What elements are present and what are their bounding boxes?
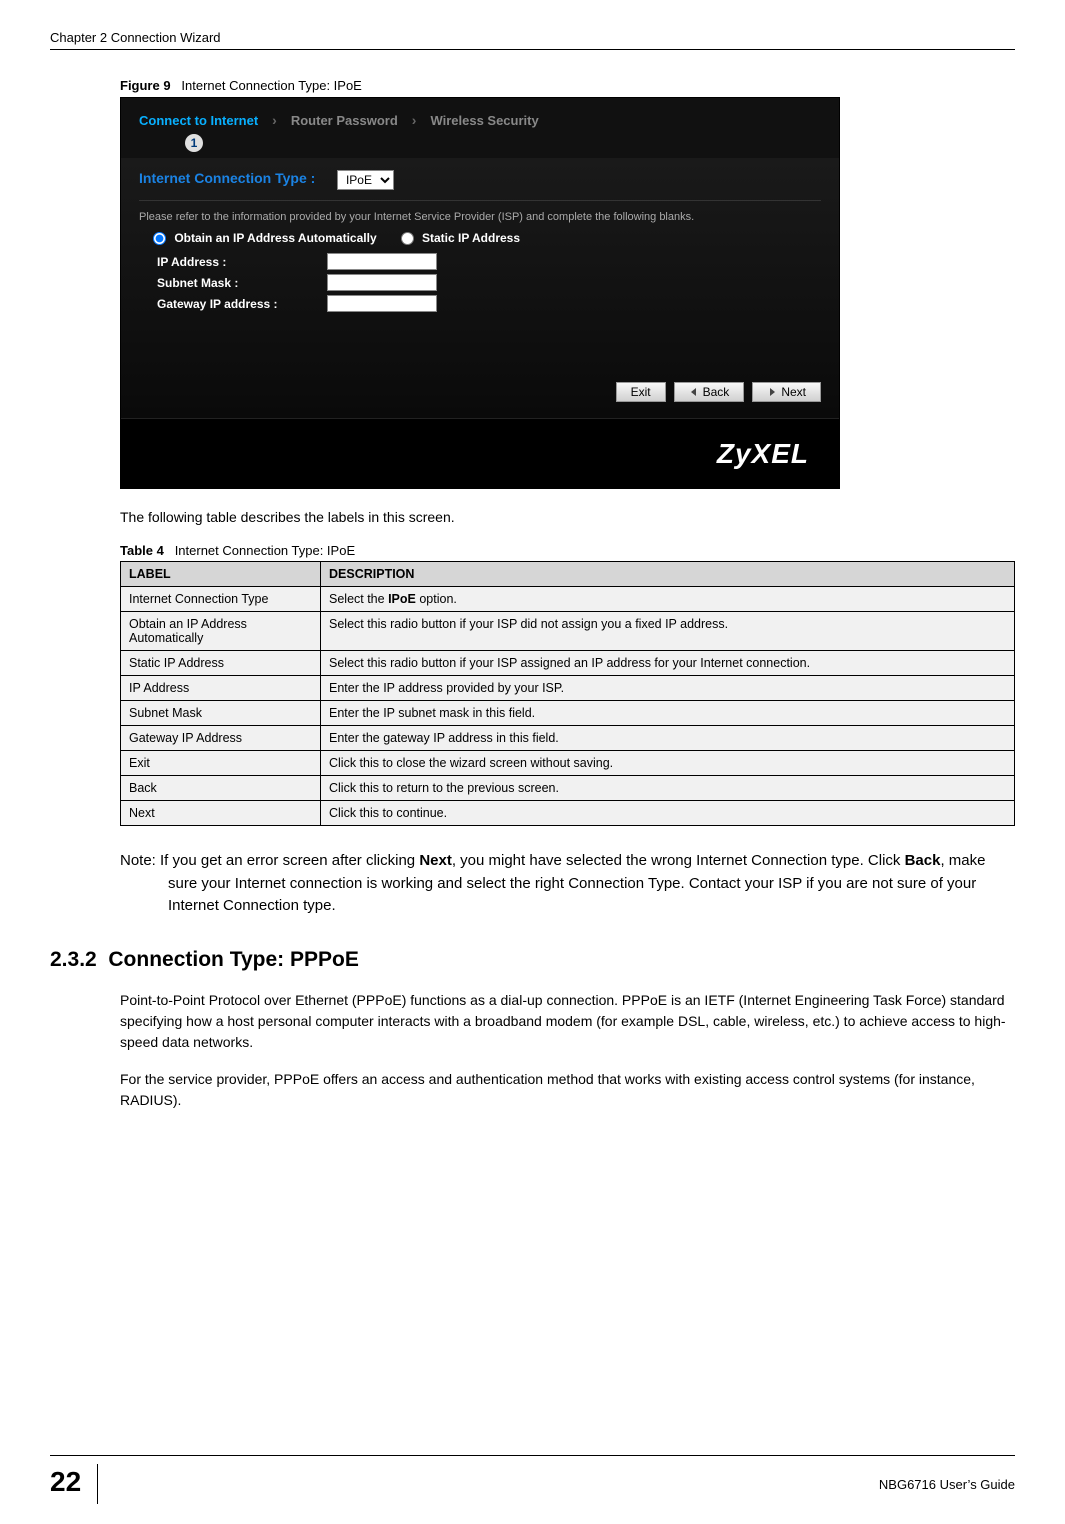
ip-address-input[interactable] [327, 253, 437, 270]
next-button[interactable]: Next [752, 382, 821, 402]
brand-logo: ZyXEL [717, 438, 809, 470]
table-row: Exit Click this to close the wizard scre… [121, 751, 1015, 776]
wizard-step-2[interactable]: Router Password [291, 113, 398, 128]
page-footer: 22 NBG6716 User’s Guide [50, 1455, 1015, 1504]
chapter-label: Chapter 2 Connection Wizard [50, 30, 221, 45]
chevron-icon: › [272, 112, 277, 128]
gateway-ip-input[interactable] [327, 295, 437, 312]
table-cell-label: Exit [121, 751, 321, 776]
ip-address-label: IP Address : [157, 255, 327, 269]
gateway-ip-label: Gateway IP address : [157, 297, 327, 311]
table-cell-label: IP Address [121, 676, 321, 701]
table-row: Next Click this to continue. [121, 801, 1015, 826]
table-row: IP Address Enter the IP address provided… [121, 676, 1015, 701]
radio-static-ip[interactable]: Static IP Address [401, 231, 520, 245]
wizard-hint-text: Please refer to the information provided… [139, 211, 821, 223]
exit-button[interactable]: Exit [616, 382, 666, 402]
chevron-icon: › [412, 112, 417, 128]
exit-button-label: Exit [631, 385, 651, 399]
table-head-description: DESCRIPTION [321, 562, 1015, 587]
page-number: 22 [50, 1464, 98, 1504]
radio-obtain-auto-label: Obtain an IP Address Automatically [174, 231, 376, 245]
table-cell-label: Back [121, 776, 321, 801]
table-row: Subnet Mask Enter the IP subnet mask in … [121, 701, 1015, 726]
table-row: Internet Connection Type Select the IPoE… [121, 587, 1015, 612]
wizard-step-1[interactable]: Connect to Internet [139, 113, 258, 128]
connection-type-label: Internet Connection Type : [139, 170, 315, 186]
table-cell-desc: Enter the gateway IP address in this fie… [321, 726, 1015, 751]
figure-title: Internet Connection Type: IPoE [181, 78, 361, 93]
table-cell-label: Obtain an IP Address Automatically [121, 612, 321, 651]
section-heading: 2.3.2 Connection Type: PPPoE [50, 948, 1015, 972]
radio-obtain-auto[interactable]: Obtain an IP Address Automatically [153, 231, 377, 245]
table-row: Back Click this to return to the previou… [121, 776, 1015, 801]
back-button[interactable]: Back [674, 382, 745, 402]
table-caption: Table 4 Internet Connection Type: IPoE [120, 543, 1015, 558]
wizard-step-3[interactable]: Wireless Security [430, 113, 538, 128]
table-cell-desc: Select the IPoE option. [321, 587, 1015, 612]
body-paragraph-2: For the service provider, PPPoE offers a… [120, 1069, 1015, 1111]
subnet-mask-input[interactable] [327, 274, 437, 291]
table-cell-label: Gateway IP Address [121, 726, 321, 751]
description-table: LABEL DESCRIPTION Internet Connection Ty… [120, 561, 1015, 826]
radio-obtain-auto-input[interactable] [153, 232, 166, 245]
table-cell-desc: Enter the IP subnet mask in this field. [321, 701, 1015, 726]
table-cell-desc: Click this to return to the previous scr… [321, 776, 1015, 801]
table-head-label: LABEL [121, 562, 321, 587]
table-row: Obtain an IP Address Automatically Selec… [121, 612, 1015, 651]
table-title: Internet Connection Type: IPoE [175, 543, 355, 558]
table-label: Table 4 [120, 543, 164, 558]
body-paragraph-1: Point-to-Point Protocol over Ethernet (P… [120, 990, 1015, 1053]
note-paragraph: Note: If you get an error screen after c… [120, 850, 1015, 918]
radio-static-ip-input[interactable] [401, 232, 414, 245]
table-cell-label: Static IP Address [121, 651, 321, 676]
back-button-label: Back [703, 385, 730, 399]
triangle-right-icon [767, 387, 777, 397]
table-cell-label: Subnet Mask [121, 701, 321, 726]
table-cell-desc: Select this radio button if your ISP ass… [321, 651, 1015, 676]
table-cell-label: Internet Connection Type [121, 587, 321, 612]
table-row: Static IP Address Select this radio butt… [121, 651, 1015, 676]
table-row: Gateway IP Address Enter the gateway IP … [121, 726, 1015, 751]
table-cell-desc: Click this to continue. [321, 801, 1015, 826]
table-cell-desc: Select this radio button if your ISP did… [321, 612, 1015, 651]
subnet-mask-label: Subnet Mask : [157, 276, 327, 290]
table-cell-label: Next [121, 801, 321, 826]
table-cell-desc: Enter the IP address provided by your IS… [321, 676, 1015, 701]
section-title: Connection Type: PPPoE [108, 948, 358, 971]
figure-caption: Figure 9 Internet Connection Type: IPoE [120, 78, 1015, 93]
table-cell-desc: Click this to close the wizard screen wi… [321, 751, 1015, 776]
wizard-steps-bar: Connect to Internet › Router Password › … [121, 98, 839, 158]
step-number-badge: 1 [185, 134, 203, 152]
wizard-screenshot: Connect to Internet › Router Password › … [120, 97, 840, 489]
table-intro-text: The following table describes the labels… [120, 509, 1015, 525]
next-button-label: Next [781, 385, 806, 399]
section-number: 2.3.2 [50, 948, 97, 971]
footer-guide-name: NBG6716 User’s Guide [114, 1477, 1015, 1492]
radio-static-ip-label: Static IP Address [422, 231, 520, 245]
figure-label: Figure 9 [120, 78, 171, 93]
triangle-left-icon [689, 387, 699, 397]
page-header: Chapter 2 Connection Wizard [50, 30, 1015, 50]
connection-type-select[interactable]: IPoE [337, 170, 394, 190]
